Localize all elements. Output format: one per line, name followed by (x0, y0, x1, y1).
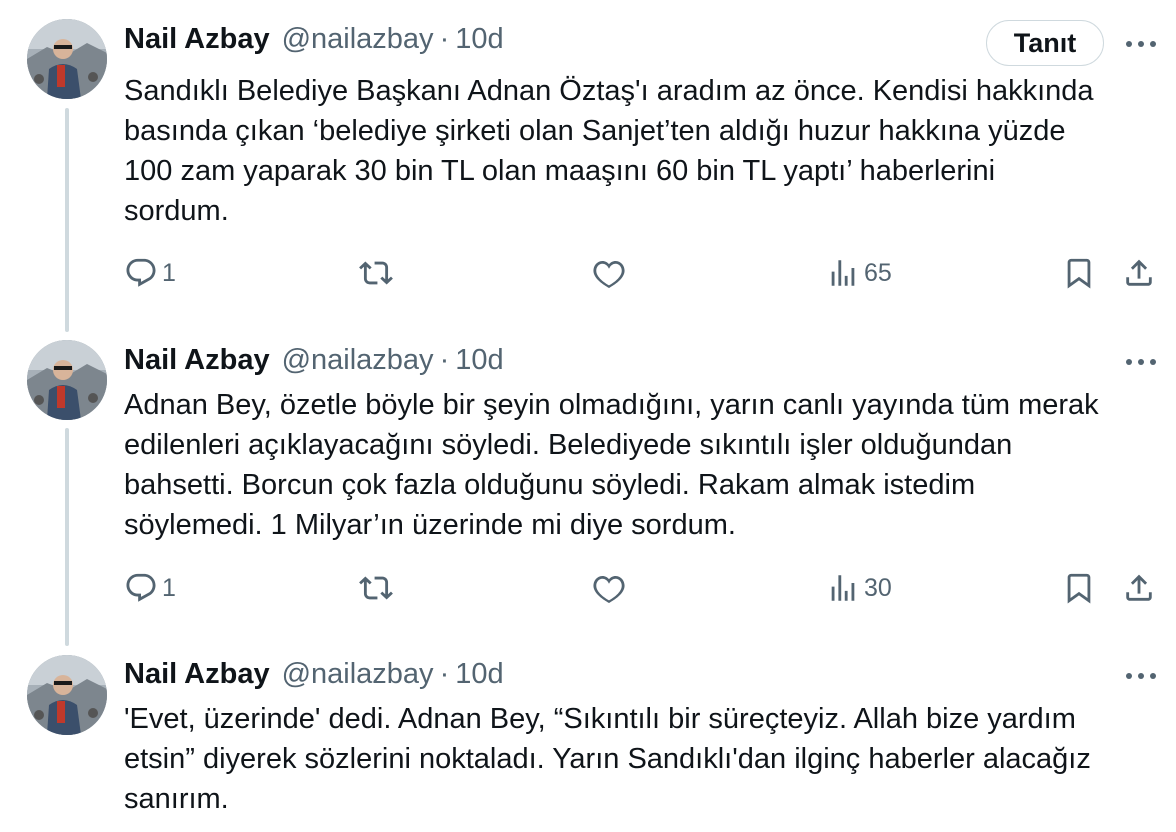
user-handle[interactable]: @nailazbay (282, 344, 434, 377)
like-button[interactable] (592, 256, 626, 290)
share-button[interactable] (1122, 571, 1156, 605)
follow-button[interactable]: Tanıt (986, 20, 1104, 66)
separator-dot: · (439, 343, 450, 376)
reply-count: 1 (162, 573, 176, 602)
tweet-header: Nail Azbay @nailazbay · 10d (124, 19, 504, 59)
more-options-icon[interactable] (1124, 666, 1158, 686)
retweet-icon (359, 576, 393, 600)
reply-button[interactable]: 1 (124, 256, 176, 290)
display-name[interactable]: Nail Azbay (124, 658, 270, 691)
views-count: 65 (864, 258, 892, 287)
thread-line (65, 428, 69, 646)
views-count: 30 (864, 573, 892, 602)
thread-line (65, 108, 69, 332)
timestamp[interactable]: 10d (455, 23, 503, 56)
separator-dot: · (439, 22, 450, 55)
retweet-icon (359, 261, 393, 285)
bookmark-icon (1067, 258, 1091, 289)
reply-icon (126, 573, 156, 602)
heart-icon (593, 260, 625, 289)
separator-dot: · (439, 657, 450, 690)
tweet-actions: 1 30 (0, 571, 1176, 611)
timestamp[interactable]: 10d (455, 344, 503, 377)
timestamp[interactable]: 10d (455, 658, 503, 691)
reply-count: 1 (162, 258, 176, 287)
tweet-header: Nail Azbay @nailazbay · 10d (124, 654, 504, 694)
reply-icon (126, 258, 156, 287)
tweet-actions: 1 65 (0, 256, 1176, 296)
more-options-icon[interactable] (1124, 34, 1158, 54)
bookmark-button[interactable] (1062, 256, 1096, 290)
avatar[interactable] (27, 340, 107, 420)
like-button[interactable] (592, 571, 626, 605)
share-icon (1126, 259, 1152, 286)
avatar[interactable] (27, 655, 107, 735)
reply-button[interactable]: 1 (124, 571, 176, 605)
display-name[interactable]: Nail Azbay (124, 23, 270, 56)
more-options-icon[interactable] (1124, 352, 1158, 372)
bookmark-button[interactable] (1062, 571, 1096, 605)
tweet-text: Adnan Bey, özetle böyle bir şeyin olmadı… (124, 389, 1099, 541)
display-name[interactable]: Nail Azbay (124, 344, 270, 377)
retweet-button[interactable] (358, 256, 394, 290)
tweet-text: 'Evet, üzerinde' dedi. Adnan Bey, “Sıkın… (124, 703, 1091, 815)
views-button[interactable]: 65 (826, 256, 892, 290)
tweet-header: Nail Azbay @nailazbay · 10d (124, 340, 504, 380)
user-handle[interactable]: @nailazbay (282, 658, 434, 691)
views-chart-icon (831, 575, 855, 601)
tweet-text: Sandıklı Belediye Başkanı Adnan Öztaş'ı … (124, 75, 1094, 227)
user-handle[interactable]: @nailazbay (282, 23, 434, 56)
share-icon (1126, 574, 1152, 601)
views-button[interactable]: 30 (826, 571, 892, 605)
retweet-button[interactable] (358, 571, 394, 605)
bookmark-icon (1067, 573, 1091, 604)
avatar[interactable] (27, 19, 107, 99)
heart-icon (593, 575, 625, 604)
views-chart-icon (831, 260, 855, 286)
share-button[interactable] (1122, 256, 1156, 290)
